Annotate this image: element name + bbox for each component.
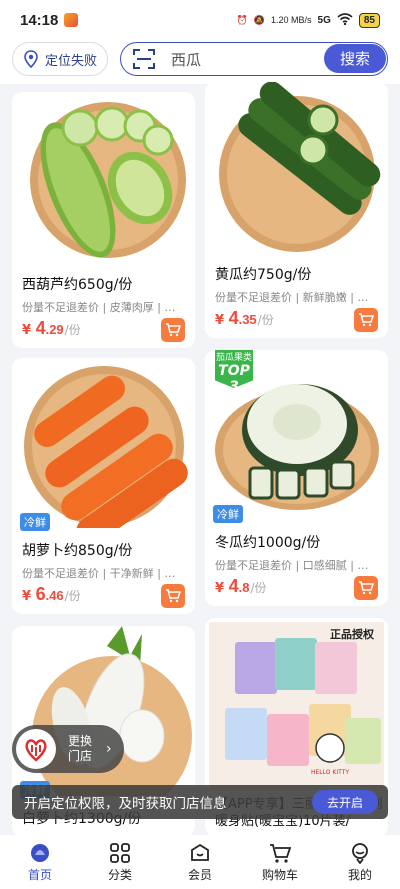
cart-icon — [166, 589, 181, 603]
product-image-cucumber — [205, 82, 388, 252]
add-to-cart-button[interactable] — [354, 576, 378, 600]
product-card[interactable]: 冷鲜 胡萝卜约850g/份 份量不足退差价 | 干净新鲜 | 自然甜 ¥ 6.4… — [12, 358, 195, 614]
product-price: ¥ 4.35/份 — [215, 308, 274, 328]
home-icon — [31, 843, 49, 862]
network-speed: 1.20 MB/s — [271, 15, 312, 25]
search-input[interactable]: 西瓜 搜索 — [120, 42, 388, 76]
member-icon — [191, 843, 209, 861]
product-desc: 份量不足退差价 | 新鲜脆嫩 | 清爽可口 — [215, 291, 375, 304]
cart-icon — [359, 313, 374, 327]
nav-profile[interactable]: 我的 — [320, 835, 400, 889]
category-icon — [110, 842, 130, 863]
mute-icon: 🔕 — [253, 14, 265, 25]
ranking-badge: 茄瓜果类 TOP 3 — [215, 350, 253, 388]
status-indicators: ⏰ 🔕 1.20 MB/s 5G 85 — [236, 12, 380, 28]
product-desc: 份量不足退差价 | 干净新鲜 | 自然甜 — [22, 567, 182, 580]
product-price: ¥ 4.8/份 — [215, 576, 267, 596]
product-card[interactable]: 茄瓜果类 TOP 3 冷鲜 冬瓜约1000g/份 份量不足退差价 | 口感细腻 |… — [205, 350, 388, 606]
location-button[interactable]: 定位失败 — [12, 42, 108, 76]
scan-icon[interactable] — [133, 49, 155, 69]
product-price: ¥ 6.46/份 — [22, 584, 81, 604]
search-value: 西瓜 — [171, 50, 202, 69]
profile-icon — [352, 842, 368, 864]
wifi-icon — [337, 13, 353, 27]
fresh-tag: 冷鲜 — [20, 513, 50, 531]
app-notification-icon — [64, 13, 79, 27]
enable-location-button[interactable]: 去开启 — [312, 790, 378, 814]
network-type: 5G — [317, 14, 331, 26]
add-to-cart-button[interactable] — [354, 308, 378, 332]
fresh-tag: 冷鲜 — [213, 505, 243, 523]
product-desc: 份量不足退差价 | 皮薄肉厚 | 荤素皆宜 — [22, 301, 182, 314]
search-button[interactable]: 搜索 — [324, 44, 386, 73]
change-store-button[interactable]: 更换门店 › — [12, 725, 124, 773]
alarm-icon: ⏰ — [236, 14, 248, 25]
nav-home[interactable]: 首页 — [0, 835, 80, 889]
product-card[interactable]: 西葫芦约650g/份 份量不足退差价 | 皮薄肉厚 | 荤素皆宜 ¥ 4.29/… — [12, 92, 195, 348]
add-to-cart-button[interactable] — [161, 584, 185, 608]
status-bar: 14:18 ⏰ 🔕 1.20 MB/s 5G 85 — [0, 0, 400, 40]
product-name: 冬瓜约1000g/份 — [215, 535, 321, 551]
brand-text: HELLO KITTY — [311, 769, 349, 776]
store-logo-icon — [16, 729, 56, 769]
location-pin-icon — [24, 50, 38, 68]
product-image-hand-warmer: HELLO KITTY — [205, 618, 388, 793]
bottom-nav: 首页 分类 会员 购物车 我的 — [0, 835, 400, 889]
chevron-right-icon: › — [106, 741, 112, 757]
product-image-zucchini — [12, 92, 195, 262]
search-header: 定位失败 西瓜 搜索 — [0, 40, 400, 84]
location-label: 定位失败 — [45, 53, 98, 69]
cart-icon — [270, 843, 292, 863]
cart-icon — [359, 581, 374, 595]
product-name: 黄瓜约750g/份 — [215, 267, 312, 283]
cart-icon — [166, 323, 181, 337]
nav-category[interactable]: 分类 — [80, 835, 160, 889]
location-permission-text: 开启定位权限，及时获取门店信息 — [24, 796, 227, 812]
product-desc: 份量不足退差价 | 口感细腻 | 肉质厚实 — [215, 559, 375, 572]
product-name: 胡萝卜约850g/份 — [22, 543, 133, 559]
product-price: ¥ 4.29/份 — [22, 318, 81, 338]
product-image-carrot — [12, 358, 195, 546]
authorized-badge: 正品授权 — [330, 628, 374, 641]
location-permission-bar: 开启定位权限，及时获取门店信息 去开启 — [12, 785, 388, 819]
add-to-cart-button[interactable] — [161, 318, 185, 342]
change-store-label: 更换门店 — [68, 734, 93, 763]
product-name: 西葫芦约650g/份 — [22, 277, 133, 293]
battery-indicator: 85 — [358, 12, 380, 28]
nav-member[interactable]: 会员 — [160, 835, 240, 889]
status-time: 14:18 — [20, 11, 59, 29]
product-card[interactable]: 黄瓜约750g/份 份量不足退差价 | 新鲜脆嫩 | 清爽可口 ¥ 4.35/份 — [205, 82, 388, 338]
nav-cart[interactable]: 购物车 — [240, 835, 320, 889]
